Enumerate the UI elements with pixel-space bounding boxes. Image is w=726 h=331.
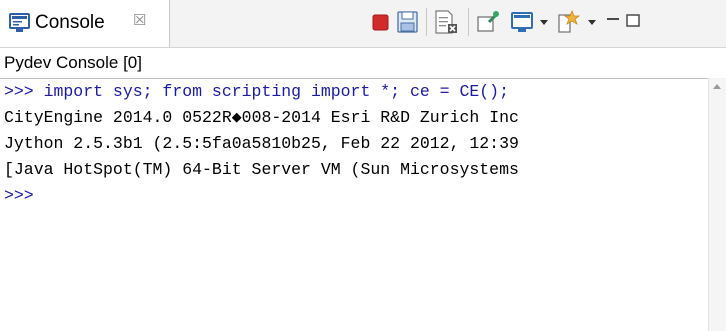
console-line: Jython 2.5.3b1 (2.5:5fa0a5810b25, Feb 22… [4,134,519,153]
display-selected-console-icon[interactable] [510,8,534,36]
minimize-icon[interactable] [604,8,622,36]
console-view: Console ☒ Pydev Console [0] >>> import s… [0,0,726,331]
save-icon[interactable] [396,8,420,36]
toolbar-separator [426,8,427,36]
clear-console-icon[interactable] [433,8,459,36]
open-console-icon[interactable] [556,8,582,36]
vertical-scrollbar[interactable] [708,78,726,331]
console-line: CityEngine 2014.0 0522R◆008-2014 Esri R&… [4,108,519,127]
pin-console-icon[interactable] [475,8,501,36]
toolbar-separator [468,8,469,36]
view-tab-bar: Console ☒ [0,0,726,48]
console-line: >>> import sys; from scripting import *;… [4,82,509,101]
console-icon [9,13,30,32]
chevron-down-icon[interactable] [540,20,548,25]
chevron-down-icon[interactable] [588,20,596,25]
close-icon[interactable]: ☒ [133,13,148,28]
scroll-up-icon[interactable] [713,84,721,89]
console-output-area[interactable]: >>> import sys; from scripting import *;… [0,78,708,331]
console-title: Pydev Console [0] [4,53,142,72]
console-line: [Java HotSpot(TM) 64-Bit Server VM (Sun … [4,160,519,179]
console-prompt[interactable]: >>> [4,185,34,207]
tab-console[interactable]: Console ☒ [0,0,170,47]
terminate-icon[interactable] [370,8,392,36]
tab-console-label: Console [35,12,105,33]
maximize-icon[interactable] [624,8,642,36]
